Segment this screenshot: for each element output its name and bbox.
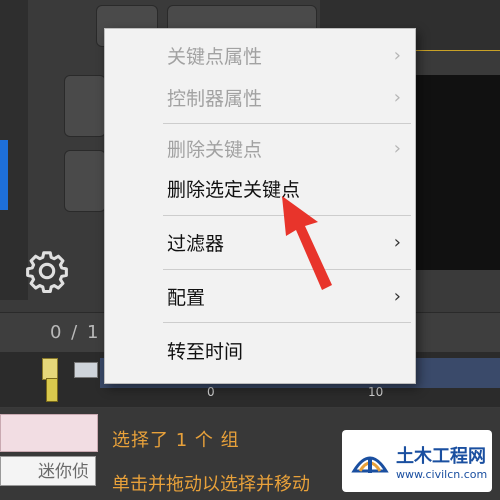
tick-label: 10 <box>368 385 384 399</box>
menu-item-label: 控制器属性 <box>167 87 263 110</box>
menu-item-label: 删除关键点 <box>167 138 263 161</box>
menu-item-goto-time[interactable]: 转至时间 <box>105 332 415 368</box>
watermark: 土木工程网 www.civilcn.com <box>342 430 492 492</box>
keyframe-marker[interactable] <box>46 378 58 402</box>
chevron-right-icon: › <box>393 44 401 66</box>
menu-item-label: 删除选定关键点 <box>167 178 301 201</box>
menu-item-filters[interactable]: 过滤器 › <box>105 224 415 260</box>
menu-item-configure[interactable]: 配置 › <box>105 278 415 314</box>
selection-status: 选择了 1 个 组 <box>112 430 240 451</box>
menu-separator <box>163 123 411 124</box>
chevron-right-icon: › <box>393 231 401 253</box>
context-menu: 关键点属性 › 控制器属性 › 删除关键点 › 删除选定关键点 过滤器 › 配置… <box>104 28 416 384</box>
mini-listener-input[interactable]: 迷你侦 <box>0 456 96 486</box>
chevron-right-icon: › <box>393 137 401 159</box>
menu-item-delete-key[interactable]: 删除关键点 › <box>105 130 415 166</box>
menu-item-label: 转至时间 <box>167 340 244 363</box>
viewport-preview[interactable] <box>415 75 500 270</box>
gear-icon[interactable] <box>24 248 70 294</box>
selection-indicator <box>0 140 8 210</box>
maxscript-listener-box[interactable] <box>0 414 98 452</box>
watermark-url: www.civilcn.com <box>396 467 488 481</box>
frame-counter: 0 / 1 <box>50 322 101 343</box>
menu-item-label: 配置 <box>167 286 206 309</box>
side-button[interactable] <box>64 150 106 212</box>
menu-item-delete-selected-keys[interactable]: 删除选定关键点 <box>105 170 415 206</box>
menu-item-label: 关键点属性 <box>167 45 263 68</box>
menu-item-key-properties[interactable]: 关键点属性 › <box>105 37 415 73</box>
watermark-title: 土木工程网 <box>396 445 486 467</box>
tick-label: 0 <box>207 385 215 399</box>
keyframe-marker[interactable] <box>42 358 58 380</box>
menu-separator <box>163 269 411 270</box>
menu-separator <box>163 322 411 323</box>
prompt-status: 单击并拖动以选择并移动 <box>112 474 310 495</box>
menu-item-controller-properties[interactable]: 控制器属性 › <box>105 79 415 115</box>
menu-item-label: 过滤器 <box>167 232 225 255</box>
chevron-right-icon: › <box>393 285 401 307</box>
keyframe-marker[interactable] <box>74 362 98 378</box>
side-button[interactable] <box>64 75 106 137</box>
watermark-logo-icon <box>351 456 389 473</box>
menu-separator <box>163 215 411 216</box>
chevron-right-icon: › <box>393 86 401 108</box>
